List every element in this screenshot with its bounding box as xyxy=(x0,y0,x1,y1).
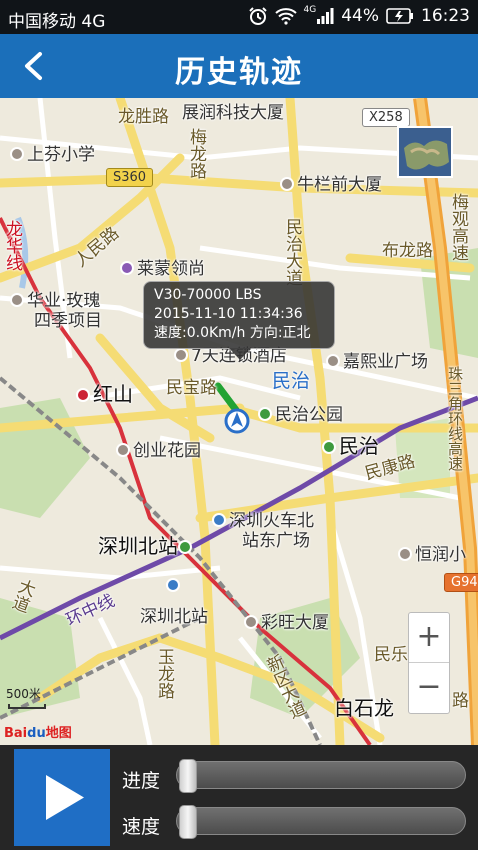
poi-label[interactable]: 民治公园 xyxy=(258,400,343,425)
progress-label: 进度 xyxy=(122,770,161,792)
poi-label[interactable]: 莱蒙领尚 xyxy=(120,254,205,279)
vehicle-id: V30-70000 LBS xyxy=(154,287,262,303)
zoom-in-button[interactable]: + xyxy=(409,613,449,663)
poi-label[interactable]: 创业花园 xyxy=(116,436,201,461)
park-icon xyxy=(258,407,272,421)
train-station-icon xyxy=(166,576,183,596)
carrier-label: 中国移动 4G xyxy=(8,12,106,32)
progress-slider-thumb[interactable] xyxy=(179,759,197,793)
train-station-icon xyxy=(212,513,226,527)
scale-label: 500米 xyxy=(6,687,41,701)
school-icon xyxy=(10,147,24,161)
vehicle-speed-direction: 速度:0.0Km/h 方向:正北 xyxy=(154,325,311,341)
road-label: 路 xyxy=(452,691,469,711)
battery-percent: 44% xyxy=(341,6,379,26)
building-icon xyxy=(326,354,340,368)
metro-icon xyxy=(76,388,90,402)
play-icon xyxy=(46,775,84,820)
residence-icon xyxy=(116,443,130,457)
zoom-controls: + − xyxy=(408,612,450,714)
highway-shield: S360 xyxy=(106,168,154,187)
road-label: 民宝路 xyxy=(166,378,217,398)
road-label: 布龙路 xyxy=(382,241,433,261)
poi-label: 四季项目 xyxy=(34,311,102,331)
alarm-icon xyxy=(248,6,268,26)
baidu-map-logo: Baidu地图 xyxy=(4,726,72,741)
road-label: 玉龙路 xyxy=(154,648,174,699)
road-label: 梅龙路 xyxy=(186,128,206,179)
road-label: 梅观高速 xyxy=(448,193,468,261)
playback-panel: 进度 速度 xyxy=(0,745,478,850)
signal-icon: 4G xyxy=(303,5,335,25)
area-label: 民治 xyxy=(272,370,311,392)
road-label: 民乐 xyxy=(374,645,408,665)
road-label: 龙胜路 xyxy=(118,107,169,127)
road-label: 民治大道 xyxy=(282,218,302,286)
satellite-thumbnail-icon xyxy=(399,128,451,176)
wifi-icon xyxy=(274,7,297,25)
metro-station-label[interactable]: 红山 xyxy=(76,378,133,407)
metro-icon xyxy=(178,540,192,554)
poi-label[interactable]: 上芬小学 xyxy=(10,140,95,165)
play-button[interactable] xyxy=(14,749,110,846)
metro-station-label[interactable]: 民治 xyxy=(322,430,379,459)
building-icon xyxy=(280,177,294,191)
scale-bar xyxy=(8,704,46,709)
zoom-out-button[interactable]: − xyxy=(409,663,449,713)
metro-icon xyxy=(322,440,336,454)
shopping-icon xyxy=(120,261,134,275)
road-label: 龙华线 xyxy=(2,220,22,271)
poi-label[interactable]: 牛栏前大厦 xyxy=(280,170,382,195)
vehicle-timestamp: 2015-11-10 11:34:36 xyxy=(154,306,303,322)
vehicle-info-popup[interactable]: V30-70000 LBS 2015-11-10 11:34:36 速度:0.0… xyxy=(143,281,335,360)
clock: 16:23 xyxy=(421,6,470,26)
road-label: 珠三角环线高速 xyxy=(446,366,464,471)
highway-shield: X258 xyxy=(362,108,410,127)
hotel-icon xyxy=(174,348,188,362)
highway-shield: G94 xyxy=(444,573,478,592)
speed-slider[interactable] xyxy=(176,805,466,839)
poi-label: 站东广场 xyxy=(242,531,310,551)
page-title: 历史轨迹 xyxy=(175,55,303,90)
satellite-view-toggle[interactable] xyxy=(397,126,453,178)
poi-label[interactable]: 恒润小 xyxy=(398,540,466,565)
residence-icon xyxy=(10,293,24,307)
speed-label: 速度 xyxy=(122,816,161,838)
progress-slider[interactable] xyxy=(176,759,466,793)
map-view[interactable]: 龙胜路 梅龙路 民治大道 布龙路 人民路 龙华线 民宝路 民康路 环中线 梅观高… xyxy=(0,98,478,745)
building-icon xyxy=(244,615,258,629)
poi-label[interactable]: 深圳北站 xyxy=(140,602,208,627)
title-bar: 历史轨迹 xyxy=(0,34,478,98)
speed-slider-thumb[interactable] xyxy=(179,805,197,839)
signal-type-label: 4G xyxy=(303,5,317,15)
poi-label[interactable]: 展润科技大厦 xyxy=(182,98,284,123)
battery-icon xyxy=(386,8,414,24)
status-bar: 中国移动 4G 4G 44% 16:23 xyxy=(0,0,478,34)
poi-label[interactable]: 彩旺大厦 xyxy=(244,608,329,633)
poi-label[interactable]: 嘉熙业广场 xyxy=(326,347,428,372)
metro-station-label[interactable]: 深圳北站 xyxy=(98,530,195,559)
status-icons: 4G 44% 16:23 xyxy=(248,5,470,26)
metro-station-label[interactable]: 白石龙 xyxy=(334,692,394,721)
residence-icon xyxy=(398,547,412,561)
